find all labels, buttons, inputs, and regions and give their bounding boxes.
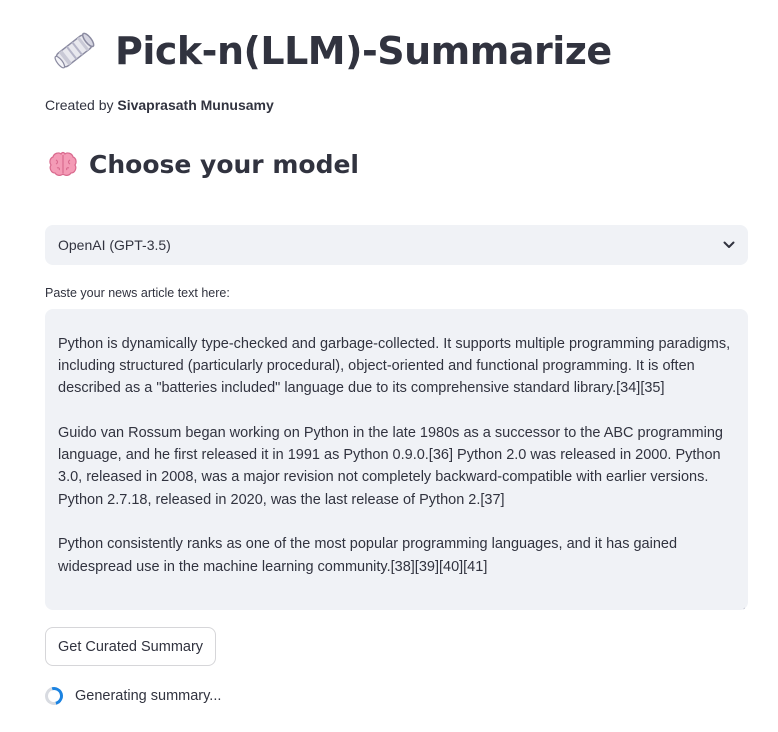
loading-status: Generating summary... [41, 683, 222, 709]
model-select-value: OpenAI (GPT-3.5) [58, 237, 171, 253]
byline: Created by Sivaprasath Munusamy [45, 97, 274, 113]
model-select[interactable]: OpenAI (GPT-3.5) [45, 225, 748, 265]
model-section-heading: Choose your model [89, 149, 359, 179]
page-title: Pick-n(LLM)-Summarize [115, 29, 612, 73]
chevron-down-icon[interactable] [722, 238, 736, 252]
resize-handle-icon[interactable] [739, 601, 746, 610]
loading-status-text: Generating summary... [75, 688, 222, 704]
brain-icon [47, 148, 81, 180]
article-textarea-content[interactable]: code readability with the use of signifi… [58, 309, 738, 578]
article-textarea[interactable]: code readability with the use of signifi… [45, 309, 748, 610]
spinner-icon [41, 683, 67, 709]
byline-prefix: Created by [45, 97, 118, 113]
app-page: Pick-n(LLM)-Summarize Created by Sivapra… [0, 0, 778, 732]
article-input-label: Paste your news article text here: [45, 286, 230, 300]
model-section-heading-row: Choose your model [47, 144, 359, 184]
newspaper-roll-icon [47, 26, 101, 76]
get-curated-summary-button[interactable]: Get Curated Summary [45, 627, 217, 666]
byline-author: Sivaprasath Munusamy [117, 97, 274, 113]
page-title-row: Pick-n(LLM)-Summarize [47, 22, 612, 80]
